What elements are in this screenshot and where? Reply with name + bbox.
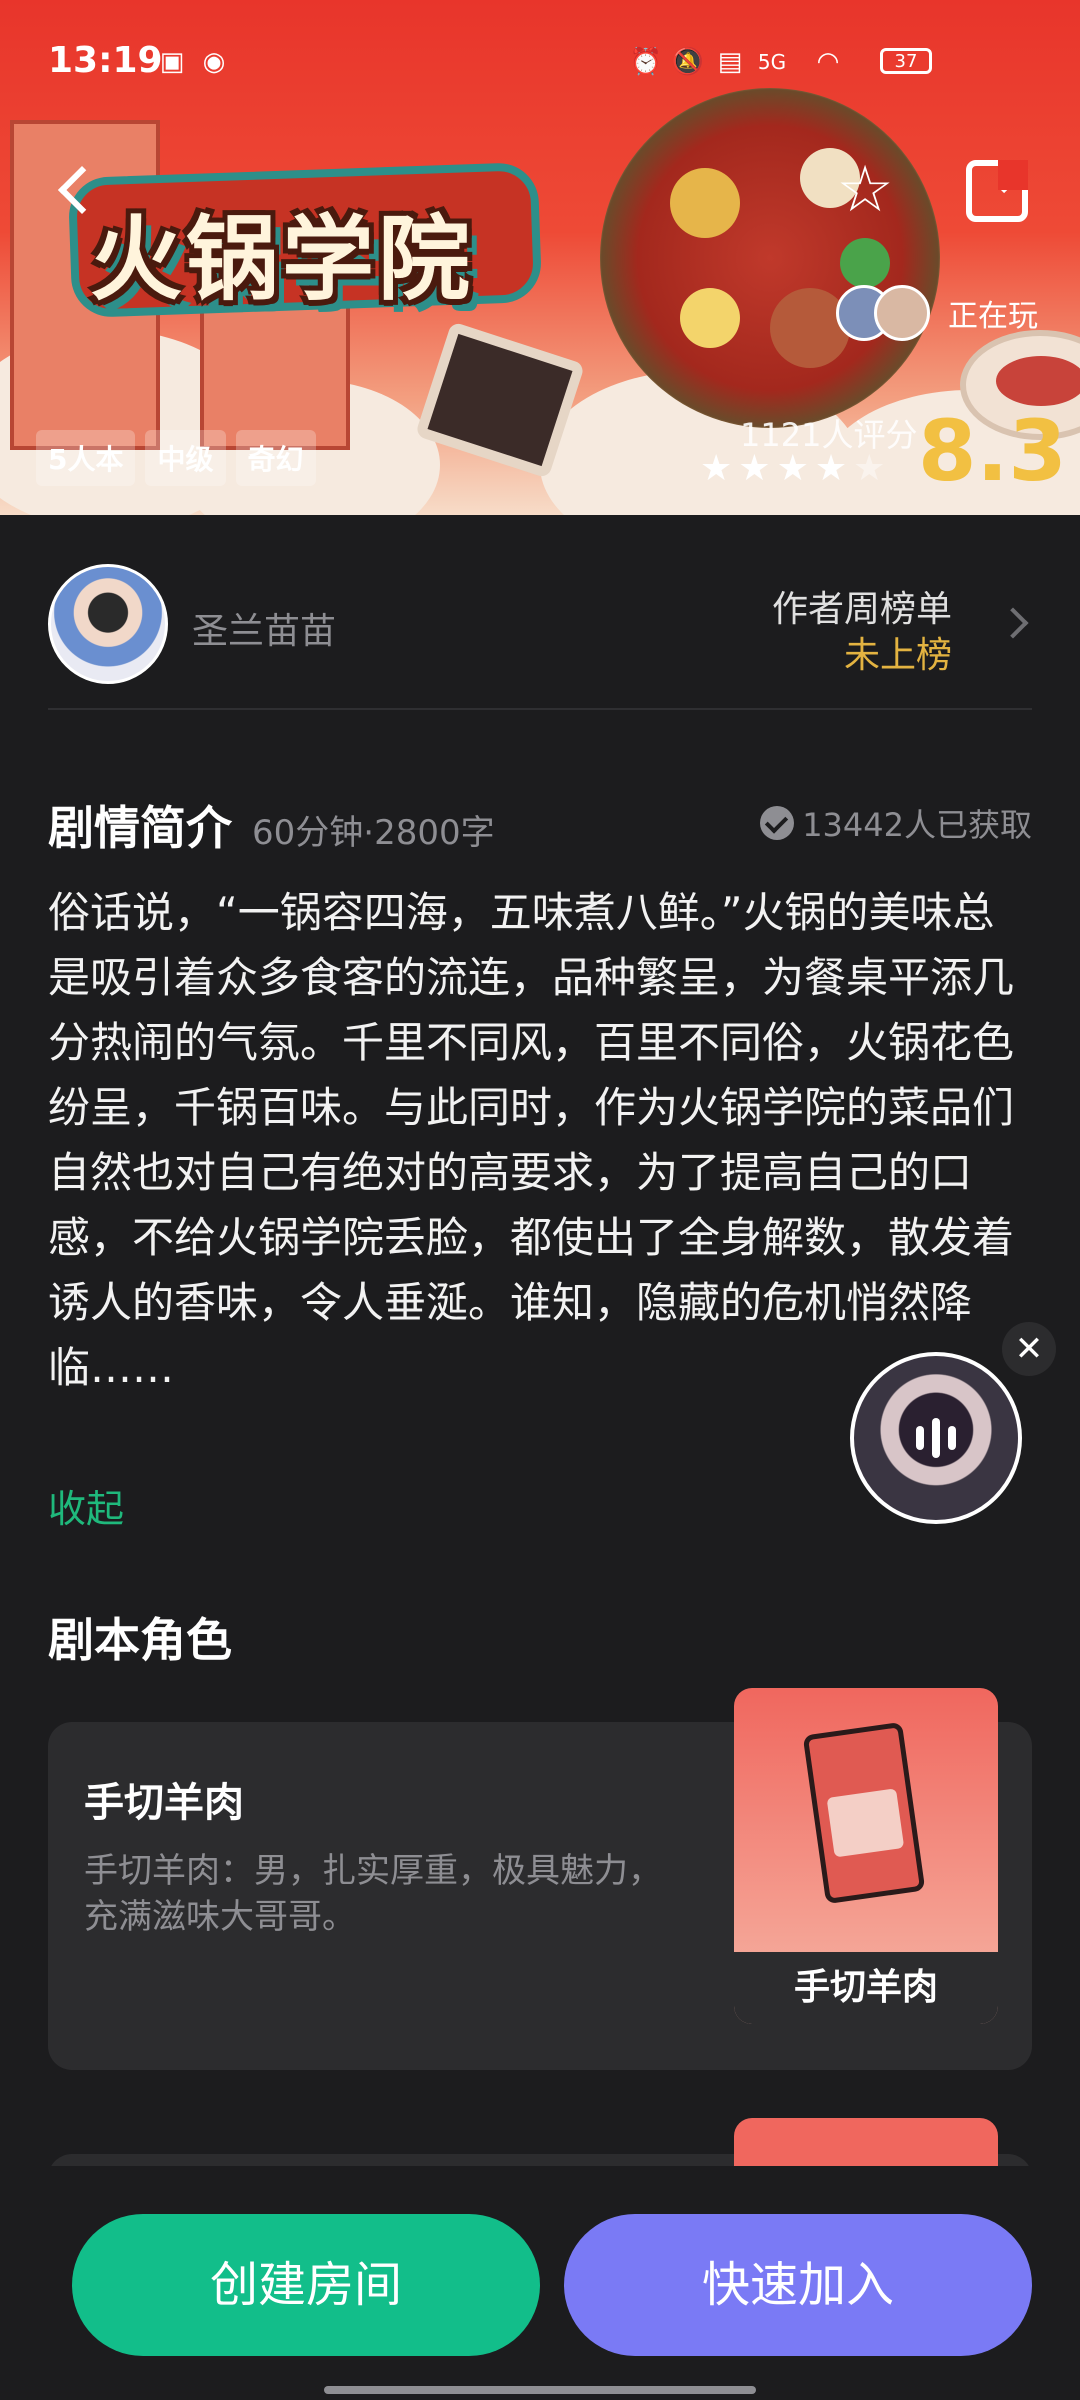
mute-icon: 🔕 [671, 47, 705, 77]
collapse-link[interactable]: 收起 [48, 1478, 124, 1533]
check-circle-icon [760, 806, 795, 840]
cover-banner: 火锅学院 13:19 ▣ ◉ ⏰ 🔕 ▤ 5G ◠ 37 ☆ 正在玩 5人本 中… [0, 0, 1080, 515]
share-icon[interactable] [966, 160, 1029, 222]
audio-wave-icon [916, 1418, 956, 1458]
create-room-button[interactable]: 创建房间 [72, 2214, 540, 2356]
playing-label: 正在玩 [948, 299, 1038, 334]
alarm-icon: ⏰ [629, 47, 663, 77]
author-rank-label: 作者周榜单 [771, 589, 952, 630]
synopsis-meta: 60分钟·2800字 [252, 813, 495, 853]
chevron-right-icon[interactable] [997, 607, 1029, 639]
role-portrait[interactable]: 手切羊肉 [734, 1688, 998, 2024]
wifi-icon: ◠ [816, 47, 840, 77]
tag-difficulty: 中级 [145, 430, 226, 486]
weibo-icon: ◉ [202, 47, 226, 77]
home-indicator[interactable] [324, 2386, 756, 2394]
quick-join-button[interactable]: 快速加入 [564, 2214, 1032, 2356]
star-icon: ★ [738, 448, 771, 489]
author-avatar[interactable] [48, 564, 168, 684]
bottom-action-bar: 创建房间 快速加入 [0, 2166, 1080, 2400]
author-rank-value: 未上榜 [843, 635, 952, 676]
synopsis-header: 剧情简介 60分钟·2800字 [48, 792, 495, 858]
tag-list: 5人本 中级 奇幻 [36, 430, 316, 486]
author-name[interactable]: 圣兰苗苗 [192, 602, 336, 654]
star-icon: ★ [814, 448, 848, 489]
tag-genre: 奇幻 [235, 430, 316, 486]
player-avatar [874, 285, 930, 341]
app-notification-icon: ▣ [159, 47, 185, 77]
floating-voice-player[interactable] [850, 1352, 1022, 1524]
close-icon[interactable]: ✕ [1002, 1322, 1056, 1376]
hotpot-illustration [600, 88, 940, 428]
role-description: 手切羊肉：男，扎实厚重，极具魅力，充满滋味大哥哥。 [84, 1851, 662, 1937]
synopsis-body: 俗话说，“一锅容四海，五味煮八鲜。”火锅的美味总是吸引着众多食客的流连，品种繁呈… [48, 888, 1015, 1392]
star-icon: ★ [853, 448, 886, 489]
obtained-label: 13442人已获取 [802, 806, 1032, 844]
obtained-count: 13442人已获取 [760, 800, 1032, 846]
rating-stars: ★ ★ ★ ★ ★ [700, 448, 885, 489]
role-portrait-label: 手切羊肉 [734, 1952, 998, 2024]
hd-icon: ▤ [717, 47, 743, 77]
rating-score: 8.3 [918, 402, 1067, 500]
roles-title: 剧本角色 [48, 1613, 232, 1667]
status-bar: 13:19 ▣ ◉ ⏰ 🔕 ▤ 5G ◠ 37 [0, 0, 1080, 120]
status-time: 13:19 [48, 40, 163, 81]
role-name: 手切羊肉 [84, 1780, 244, 1826]
favorite-star-icon[interactable]: ☆ [830, 155, 900, 225]
title-logo: 火锅学院 [90, 206, 475, 313]
tag-players: 5人本 [36, 430, 136, 486]
battery-icon: 37 [880, 48, 932, 74]
playing-now[interactable]: 正在玩 [836, 285, 1038, 341]
signal-icon: 5G [757, 50, 787, 74]
star-icon: ★ [700, 448, 733, 489]
role-character-illustration [802, 1721, 926, 1905]
back-button[interactable] [52, 160, 112, 220]
star-icon: ★ [776, 448, 809, 489]
synopsis-title: 剧情简介 [48, 801, 232, 855]
author-row[interactable]: 圣兰苗苗 作者周榜单 未上榜 [48, 560, 1032, 710]
